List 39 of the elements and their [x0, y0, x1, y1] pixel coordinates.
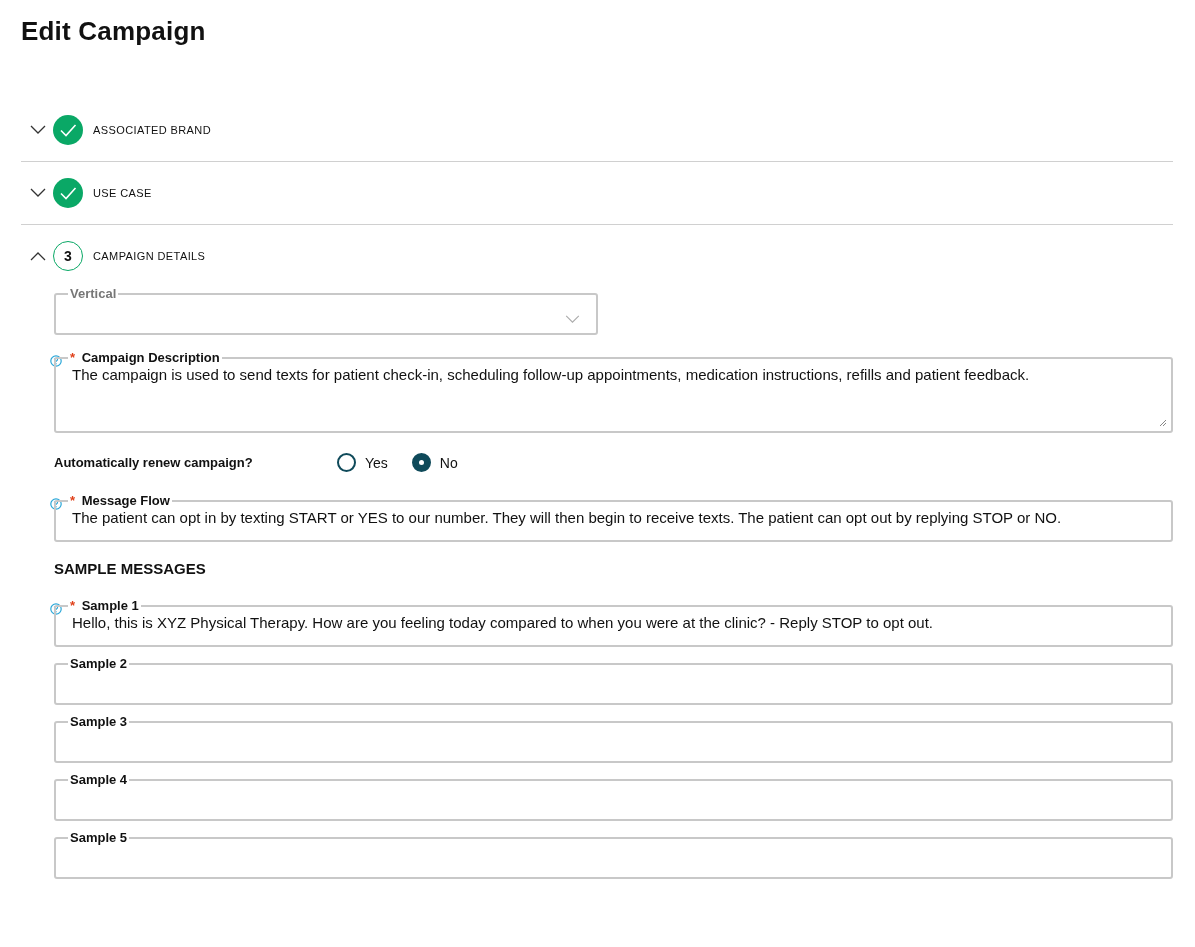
field-value: Hello, this is XYZ Physical Therapy. How are you feeling today compared to when you were at the clinic? - Reply STOP to opt out.	[72, 613, 934, 633]
resize-handle-icon[interactable]	[1159, 419, 1167, 427]
section-heading: SAMPLE MESSAGES	[54, 560, 207, 577]
field-label: Vertical	[70, 286, 117, 301]
field-label: Sample 3	[70, 714, 128, 729]
field-label: Sample 1	[81, 598, 139, 613]
radio-button[interactable]	[337, 453, 356, 472]
radio-label[interactable]: No	[439, 454, 458, 471]
step-title[interactable]: CAMPAIGN DETAILS	[93, 250, 206, 262]
field-label: Sample 4	[70, 772, 128, 787]
text-field[interactable]: Sample 4	[54, 773, 1173, 821]
field-label: Sample 5	[70, 830, 128, 845]
text-field[interactable]: * Message Flow The patient can opt in by texting START or YES to our number. They will then begin to receive texts. The patient can opt out by replying STOP or NO.	[54, 494, 1173, 542]
chevron-up-icon[interactable]	[30, 251, 46, 261]
text-field[interactable]: Sample 3	[54, 715, 1173, 763]
help-icon[interactable]	[50, 498, 62, 510]
chevron-down-icon	[565, 315, 580, 324]
text-field[interactable]: * Campaign Description The campaign is used to send texts for patient check-in, scheduling follow-up appointments, medication instructions, refills and patient feedback.	[54, 351, 1173, 433]
radio-label[interactable]: Yes	[365, 454, 388, 471]
text-field[interactable]: Sample 2	[54, 657, 1173, 705]
required-mark: *	[70, 350, 76, 365]
required-mark: *	[70, 493, 76, 508]
chevron-down-icon[interactable]	[30, 125, 46, 135]
field-label: Campaign Description	[81, 350, 220, 365]
text-field[interactable]: Sample 5	[54, 831, 1173, 879]
text-field[interactable]: * Sample 1 Hello, this is XYZ Physical Therapy. How are you feeling today compared to when you were at the clinic? - Reply STOP to opt out.	[54, 599, 1173, 647]
field-value: The patient can opt in by texting START or YES to our number. They will then begin to receive texts. The patient can opt out by replying STOP or NO.	[72, 508, 1063, 528]
step-title[interactable]: ASSOCIATED BRAND	[93, 124, 212, 136]
required-mark: *	[70, 598, 76, 613]
page-title: Edit Campaign	[21, 16, 207, 47]
radio-button[interactable]	[411, 453, 431, 472]
field-label: Message Flow	[81, 493, 170, 508]
field-label: Sample 2	[70, 656, 128, 671]
help-icon[interactable]	[50, 603, 62, 615]
step-title[interactable]: USE CASE	[93, 187, 152, 199]
help-icon[interactable]	[50, 355, 62, 367]
chevron-down-icon[interactable]	[30, 188, 46, 198]
question-label: Automatically renew campaign?	[54, 455, 254, 470]
field-value: The campaign is used to send texts for patient check-in, scheduling follow-up appointments, medication instructions, refills and patient feedback.	[72, 365, 1031, 385]
